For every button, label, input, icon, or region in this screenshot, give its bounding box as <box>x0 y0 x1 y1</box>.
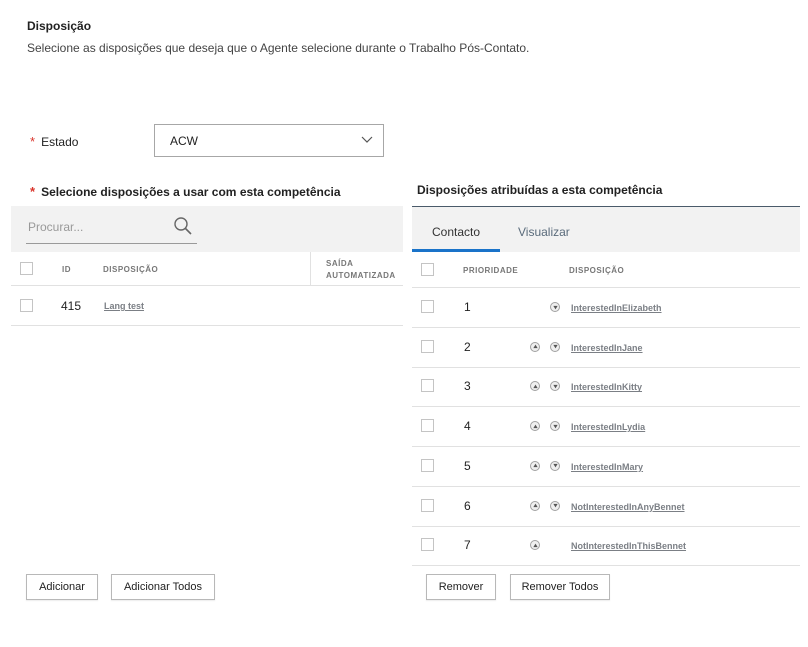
move-down-button[interactable] <box>550 341 560 352</box>
tab-contacto[interactable]: Contacto <box>432 225 480 239</box>
search-input[interactable] <box>28 220 168 234</box>
table-row[interactable]: 1 InterestedInElizabeth <box>412 288 800 328</box>
select-all-checkbox[interactable] <box>20 262 33 275</box>
row-checkbox[interactable] <box>421 379 434 393</box>
section-description: Selecione as disposições que deseja que … <box>27 41 530 55</box>
row-checkbox[interactable] <box>421 498 434 512</box>
row-disposition-link[interactable]: Lang test <box>104 301 144 311</box>
row-priority: 3 <box>464 379 471 394</box>
table-row[interactable]: 5 InterestedInMary <box>412 447 800 487</box>
assigned-dispositions-title: Disposições atribuídas a esta competênci… <box>417 183 663 197</box>
move-down-button[interactable] <box>550 460 560 471</box>
state-select-value: ACW <box>170 133 198 148</box>
section-title: Disposição <box>27 19 92 33</box>
row-priority: 1 <box>464 300 471 314</box>
row-checkbox[interactable] <box>421 538 434 552</box>
table-row[interactable]: 6 NotInterestedInAnyBennet <box>412 487 800 527</box>
table-row[interactable]: 415 Lang test <box>11 286 403 326</box>
assigned-tabs-bar: Contacto Visualizar <box>412 206 800 252</box>
move-down-button[interactable] <box>550 500 560 511</box>
add-all-button[interactable]: Adicionar Todos <box>111 574 215 600</box>
assigned-table-header: PRIORIDADE DISPOSIÇÃO <box>412 252 800 288</box>
row-priority: 2 <box>464 339 471 354</box>
available-dispositions-title: * Selecione disposições a usar com esta c… <box>30 184 341 199</box>
add-button[interactable]: Adicionar <box>26 574 98 600</box>
move-down-button[interactable] <box>550 421 560 432</box>
search-icon[interactable] <box>173 216 193 236</box>
available-table-header: ID DISPOSIÇÃO SAÍDA AUTOMATIZADA <box>11 252 403 286</box>
column-divider <box>310 252 311 286</box>
row-disposition-link[interactable]: InterestedInLydia <box>571 422 645 432</box>
row-checkbox[interactable] <box>20 299 33 312</box>
column-header-disposition: DISPOSIÇÃO <box>103 265 159 274</box>
move-up-button[interactable] <box>530 421 540 432</box>
available-dispositions-title-text: Selecione disposições a usar com esta co… <box>41 185 341 199</box>
state-label: * Estado <box>30 134 78 149</box>
search-bar <box>11 206 403 252</box>
row-priority: 4 <box>464 419 471 434</box>
table-row[interactable]: 3 InterestedInKitty <box>412 367 800 408</box>
column-header-auto-exit-line2: AUTOMATIZADA <box>326 271 396 280</box>
row-priority: 5 <box>464 458 471 473</box>
move-up-button[interactable] <box>530 341 540 352</box>
row-disposition-link[interactable]: InterestedInMary <box>571 462 643 472</box>
row-disposition-link[interactable]: InterestedInJane <box>571 343 643 353</box>
required-mark: * <box>30 134 36 149</box>
tab-visualizar[interactable]: Visualizar <box>518 225 570 239</box>
row-disposition-link[interactable]: NotInterestedInThisBennet <box>571 541 686 551</box>
chevron-down-icon <box>361 136 373 143</box>
row-id: 415 <box>61 299 82 313</box>
row-checkbox[interactable] <box>421 419 434 433</box>
required-mark: * <box>30 184 36 199</box>
select-all-checkbox[interactable] <box>421 263 434 276</box>
search-box <box>26 214 197 244</box>
state-select[interactable]: ACW <box>154 124 384 157</box>
move-down-button[interactable] <box>550 302 560 312</box>
row-disposition-link[interactable]: NotInterestedInAnyBennet <box>571 502 685 512</box>
move-up-button[interactable] <box>530 540 540 551</box>
table-row[interactable]: 2 InterestedInJane <box>412 328 800 368</box>
row-priority: 6 <box>464 498 471 513</box>
table-row[interactable]: 4 InterestedInLydia <box>412 407 800 448</box>
row-checkbox[interactable] <box>421 300 434 313</box>
column-header-auto-exit: SAÍDA AUTOMATIZADA <box>326 259 396 280</box>
column-header-disposition: DISPOSIÇÃO <box>569 266 625 275</box>
row-checkbox[interactable] <box>421 458 434 472</box>
move-up-button[interactable] <box>530 381 540 392</box>
column-header-priority: PRIORIDADE <box>463 266 519 275</box>
move-down-button[interactable] <box>550 381 560 392</box>
state-label-text: Estado <box>41 135 79 149</box>
column-header-id: ID <box>62 265 71 274</box>
move-up-button[interactable] <box>530 460 540 471</box>
row-checkbox[interactable] <box>421 339 434 353</box>
row-priority: 7 <box>464 538 471 553</box>
remove-all-button[interactable]: Remover Todos <box>510 574 610 600</box>
row-disposition-link[interactable]: InterestedInKitty <box>571 382 642 392</box>
available-dispositions-panel: ID DISPOSIÇÃO SAÍDA AUTOMATIZADA 415 Lan… <box>11 206 403 326</box>
table-row[interactable]: 7 NotInterestedInThisBennet <box>412 526 800 567</box>
move-up-button[interactable] <box>530 500 540 511</box>
column-header-auto-exit-line1: SAÍDA <box>326 259 354 268</box>
row-disposition-link[interactable]: InterestedInElizabeth <box>571 303 662 313</box>
remove-button[interactable]: Remover <box>426 574 496 600</box>
